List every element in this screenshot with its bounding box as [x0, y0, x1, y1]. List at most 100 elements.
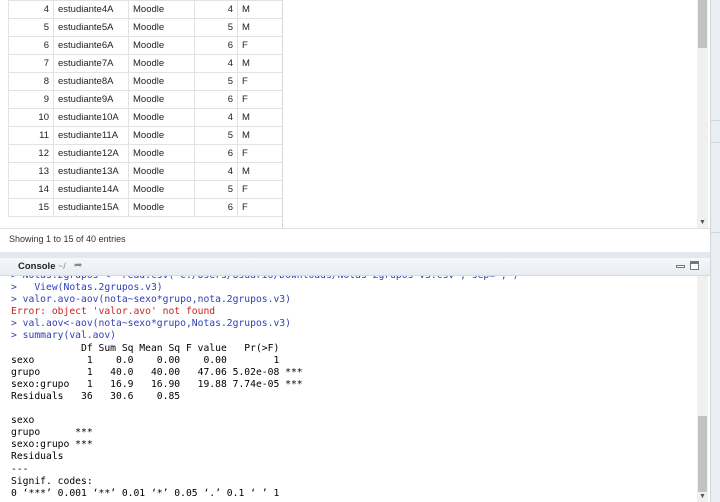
cell-nombre: estudiante14A [53, 180, 129, 199]
viewer-scrollbar-thumb[interactable] [698, 0, 707, 48]
cell-nombre: estudiante4A [53, 0, 129, 19]
console-output-line: Signif. codes: [11, 475, 105, 487]
goto-directory-arrow-icon[interactable]: ➦ [74, 260, 82, 271]
cell-nota: 5 [194, 72, 238, 91]
cell-sexo: M [237, 162, 283, 181]
cell-sexo: F [237, 198, 283, 217]
data-viewer-pane: 4 estudiante4A Moodle 4 M 5 estudiante5A Moodle… [0, 0, 710, 252]
cell-nombre: estudiante8A [53, 72, 129, 91]
pane-divider [711, 120, 720, 121]
console-scrollbar[interactable]: ▼ [697, 276, 708, 502]
table-row[interactable]: 11 estudiante11A Moodle 5 M [8, 126, 283, 145]
row-index: 6 [8, 36, 54, 55]
row-index: 9 [8, 90, 54, 109]
cell-plataforma: Moodle [128, 0, 195, 19]
console-output-line: sexo:grupo 1 16.9 16.90 19.88 7.74e-05 *… [11, 378, 303, 390]
maximize-icon[interactable] [690, 261, 699, 270]
cell-sexo: M [237, 54, 283, 73]
adjacent-pane-edge[interactable] [710, 0, 720, 502]
cell-plataforma: Moodle [128, 144, 195, 163]
console-scrollbar-thumb[interactable] [698, 416, 707, 492]
cell-nombre: estudiante13A [53, 162, 129, 181]
table-row[interactable]: 9 estudiante9A Moodle 6 F [8, 90, 283, 109]
console-output-line: grupo *** [11, 427, 93, 439]
cell-plataforma: Moodle [128, 90, 195, 109]
console-output-line: 0 ‘***’ 0.001 ‘**’ 0.01 ‘*’ 0.05 ‘.’ 0.1… [11, 487, 280, 499]
row-index: 8 [8, 72, 54, 91]
cell-nombre: estudiante6A [53, 36, 129, 55]
scroll-down-arrow-icon[interactable]: ▼ [697, 218, 708, 227]
cell-nombre: estudiante5A [53, 18, 129, 37]
cell-sexo: F [237, 144, 283, 163]
table-row[interactable]: 5 estudiante5A Moodle 5 M [8, 18, 283, 37]
cell-nombre: estudiante11A [53, 126, 129, 145]
data-table: 4 estudiante4A Moodle 4 M 5 estudiante5A Moodle… [8, 0, 283, 217]
table-row[interactable]: 6 estudiante6A Moodle 6 F [8, 36, 283, 55]
row-index: 5 [8, 18, 54, 37]
console-command-line: > val.aov<-aov(nota~sexo*grupo,Notas.2gr… [11, 318, 291, 330]
cell-plataforma: Moodle [128, 108, 195, 127]
console-command-line: > summary(val.aov) [11, 330, 116, 342]
console-output-line: Residuals 36 30.6 0.85 [11, 390, 303, 402]
table-row[interactable]: 15 estudiante15A Moodle 6 F [8, 198, 283, 217]
data-grid[interactable]: 4 estudiante4A Moodle 4 M 5 estudiante5A Moodle… [0, 0, 697, 228]
console-tab-title[interactable]: Console [18, 261, 55, 272]
row-index: 10 [8, 108, 54, 127]
console-output-line [11, 403, 518, 415]
row-index: 14 [8, 180, 54, 199]
table-row[interactable]: 7 estudiante7A Moodle 4 M [8, 54, 283, 73]
console-lines: > Notas.2grupos <- read.csv("C:/Users/Us… [11, 276, 518, 500]
cell-plataforma: Moodle [128, 18, 195, 37]
console-pane: Console ~/ ➦ > Notas.2grupos <- read.csv… [0, 258, 710, 502]
cell-nombre: estudiante10A [53, 108, 129, 127]
cell-nota: 4 [194, 162, 238, 181]
cell-nombre: estudiante15A [53, 198, 129, 217]
minimize-icon[interactable] [676, 265, 685, 268]
cell-sexo: F [237, 36, 283, 55]
console-output-line: grupo 1 40.0 40.00 47.06 5.02e-08 *** [11, 366, 303, 378]
cell-nota: 6 [194, 198, 238, 217]
console-output-line: Df Sum Sq Mean Sq F value Pr(>F) [11, 342, 303, 354]
pane-divider [711, 232, 720, 233]
table-row[interactable]: 12 estudiante12A Moodle 6 F [8, 144, 283, 163]
cell-plataforma: Moodle [128, 180, 195, 199]
viewer-scrollbar[interactable]: ▼ [697, 0, 708, 228]
cell-sexo: M [237, 126, 283, 145]
cell-nombre: estudiante7A [53, 54, 129, 73]
console-output-line: sexo 1 0.0 0.00 0.00 1 [11, 354, 303, 366]
pane-divider [711, 142, 720, 143]
console-error-line: Error: object 'valor.avo' not found [11, 306, 216, 318]
row-index: 15 [8, 198, 54, 217]
cell-sexo: M [237, 0, 283, 19]
cell-sexo: M [237, 108, 283, 127]
table-row[interactable]: 8 estudiante8A Moodle 5 F [8, 72, 283, 91]
table-row[interactable]: 10 estudiante10A Moodle 4 M [8, 108, 283, 127]
scroll-down-arrow-icon[interactable]: ▼ [697, 492, 708, 501]
table-row[interactable]: 13 estudiante13A Moodle 4 M [8, 162, 283, 181]
cell-nota: 5 [194, 18, 238, 37]
console-command-line: > valor.avo-aov(nota~sexo*grupo,nota.2gr… [11, 294, 291, 306]
cell-sexo: F [237, 72, 283, 91]
console-output[interactable]: > Notas.2grupos <- read.csv("C:/Users/Us… [0, 276, 697, 502]
cell-nota: 5 [194, 126, 238, 145]
cell-nota: 4 [194, 108, 238, 127]
cell-nombre: estudiante9A [53, 90, 129, 109]
cell-sexo: F [237, 180, 283, 199]
row-index: 7 [8, 54, 54, 73]
row-index: 12 [8, 144, 54, 163]
cell-plataforma: Moodle [128, 36, 195, 55]
cell-nota: 6 [194, 36, 238, 55]
cell-nota: 6 [194, 144, 238, 163]
cell-nota: 4 [194, 0, 238, 19]
console-header: Console ~/ ➦ [0, 258, 710, 276]
table-row[interactable]: 14 estudiante14A Moodle 5 F [8, 180, 283, 199]
cell-plataforma: Moodle [128, 198, 195, 217]
cell-plataforma: Moodle [128, 162, 195, 181]
console-output-line: Residuals [11, 451, 64, 463]
console-output-line: --- [11, 463, 29, 475]
working-directory: ~/ [58, 261, 66, 271]
cell-sexo: F [237, 90, 283, 109]
cell-nota: 5 [194, 180, 238, 199]
row-index: 4 [8, 0, 54, 19]
table-row[interactable]: 4 estudiante4A Moodle 4 M [8, 0, 283, 19]
